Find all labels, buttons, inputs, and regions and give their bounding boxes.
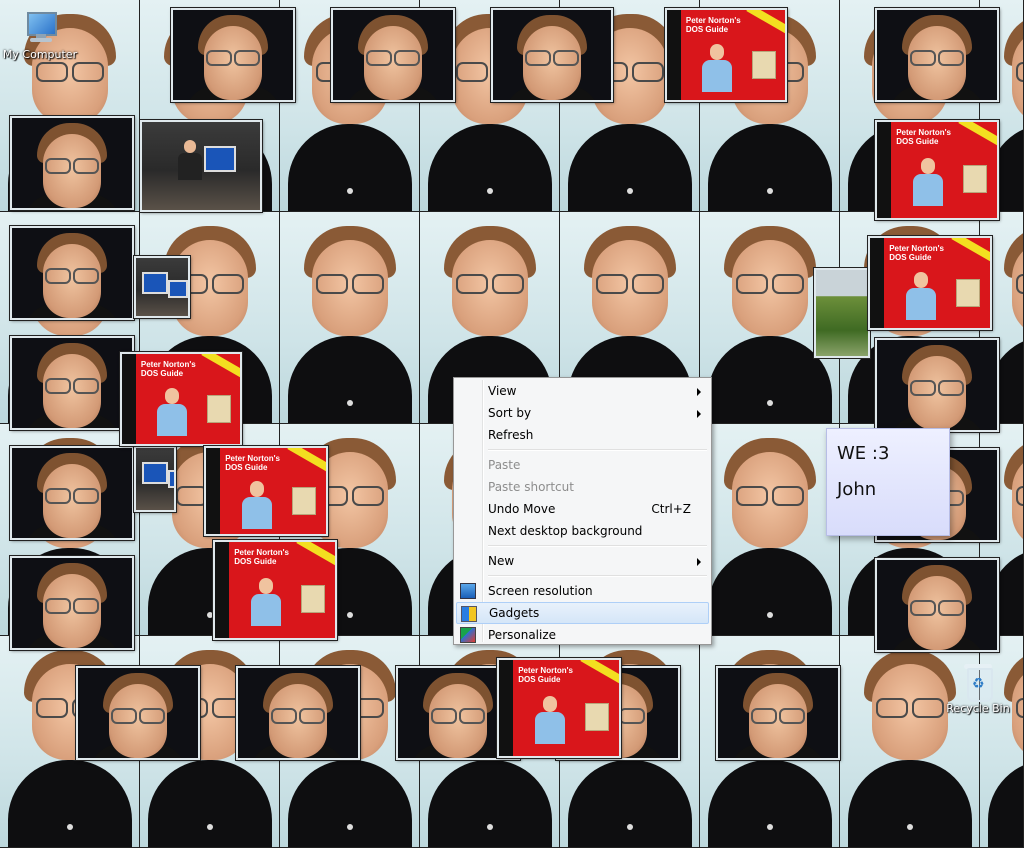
wallpaper-tile [700, 424, 840, 636]
menu-item-paste: Paste [456, 454, 709, 476]
menu-item-paste-shortcut-label: Paste shortcut [488, 480, 574, 494]
portrait-thumbnail[interactable] [330, 7, 456, 103]
portrait-thumbnail[interactable] [170, 7, 296, 103]
menu-item-undo-move[interactable]: Undo Move Ctrl+Z [456, 498, 709, 520]
menu-item-refresh-label: Refresh [488, 428, 534, 442]
book-cover-thumbnail[interactable]: Peter Norton's DOS Guide [867, 235, 993, 331]
office-photo-thumbnail[interactable] [133, 255, 191, 319]
menu-item-sort-by[interactable]: Sort by [456, 402, 709, 424]
menu-item-refresh[interactable]: Refresh [456, 424, 709, 446]
menu-separator [488, 575, 707, 577]
book-cover-thumbnail[interactable]: Peter Norton's DOS Guide [664, 7, 788, 103]
submenu-arrow-icon [697, 410, 701, 418]
menu-item-next-desktop-background[interactable]: Next desktop background [456, 520, 709, 542]
portrait-thumbnail[interactable] [9, 225, 135, 321]
portrait-thumbnail[interactable] [874, 557, 1000, 653]
menu-item-paste-shortcut: Paste shortcut [456, 476, 709, 498]
recycle-bin-label: Recycle Bin [946, 702, 1010, 715]
book-cover-thumbnail[interactable]: Peter Norton's DOS Guide [119, 351, 243, 447]
menu-item-screen-resolution-label: Screen resolution [488, 584, 593, 598]
gadgets-icon [461, 606, 477, 622]
menu-item-next-desktop-background-label: Next desktop background [488, 524, 643, 538]
portrait-thumbnail[interactable] [490, 7, 614, 103]
menu-item-view-label: View [488, 384, 517, 398]
my-computer-desktop-icon[interactable]: My Computer [2, 10, 78, 61]
menu-item-paste-label: Paste [488, 458, 521, 472]
portrait-thumbnail[interactable] [9, 115, 135, 211]
office-photo-thumbnail[interactable] [139, 119, 263, 213]
portrait-thumbnail[interactable] [75, 665, 201, 761]
sticky-note-line-1: WE :3 [837, 443, 890, 464]
menu-item-undo-move-label: Undo Move [488, 502, 556, 516]
wallpaper-tile [280, 212, 420, 424]
recycle-bin-icon: ♻ [964, 662, 993, 702]
menu-item-screen-resolution[interactable]: Screen resolution [456, 580, 709, 602]
sticky-note-line-2: John [837, 479, 877, 500]
office-photo-thumbnail[interactable] [133, 445, 177, 513]
menu-item-personalize-label: Personalize [488, 628, 557, 642]
menu-separator [488, 545, 707, 547]
recycle-bin-desktop-icon[interactable]: ♻ Recycle Bin [940, 662, 1016, 715]
menu-item-personalize[interactable]: Personalize [456, 624, 709, 646]
submenu-arrow-icon [697, 558, 701, 566]
portrait-thumbnail[interactable] [235, 665, 361, 761]
my-computer-label: My Computer [2, 48, 78, 61]
menu-item-gadgets[interactable]: Gadgets [456, 602, 709, 624]
computer-icon [23, 10, 57, 46]
portrait-thumbnail[interactable] [715, 665, 841, 761]
menu-item-undo-move-shortcut: Ctrl+Z [651, 502, 691, 516]
menu-item-gadgets-label: Gadgets [489, 606, 540, 620]
sticky-note-gadget[interactable]: WE :3 John [826, 428, 950, 536]
personalize-icon [460, 627, 476, 643]
submenu-arrow-icon [697, 388, 701, 396]
desktop-context-menu: View Sort by Refresh Paste Paste shortcu… [453, 377, 712, 645]
menu-separator [488, 449, 707, 451]
book-cover-thumbnail[interactable]: Peter Norton's DOS Guide [203, 445, 329, 537]
portrait-thumbnail[interactable] [9, 335, 135, 431]
screen-resolution-icon [460, 583, 476, 599]
menu-item-new[interactable]: New [456, 550, 709, 572]
menu-item-view[interactable]: View [456, 380, 709, 402]
portrait-thumbnail[interactable] [9, 445, 135, 541]
portrait-thumbnail[interactable] [874, 337, 1000, 433]
menu-item-new-label: New [488, 554, 515, 568]
book-cover-thumbnail[interactable]: Peter Norton's DOS Guide [212, 539, 338, 641]
portrait-thumbnail[interactable] [874, 7, 1000, 103]
menu-item-sort-by-label: Sort by [488, 406, 532, 420]
portrait-thumbnail[interactable] [9, 555, 135, 651]
book-cover-thumbnail[interactable]: Peter Norton's DOS Guide [874, 119, 1000, 221]
book-cover-thumbnail[interactable]: Peter Norton's DOS Guide [496, 657, 622, 759]
landscape-photo-thumbnail[interactable] [813, 267, 871, 359]
